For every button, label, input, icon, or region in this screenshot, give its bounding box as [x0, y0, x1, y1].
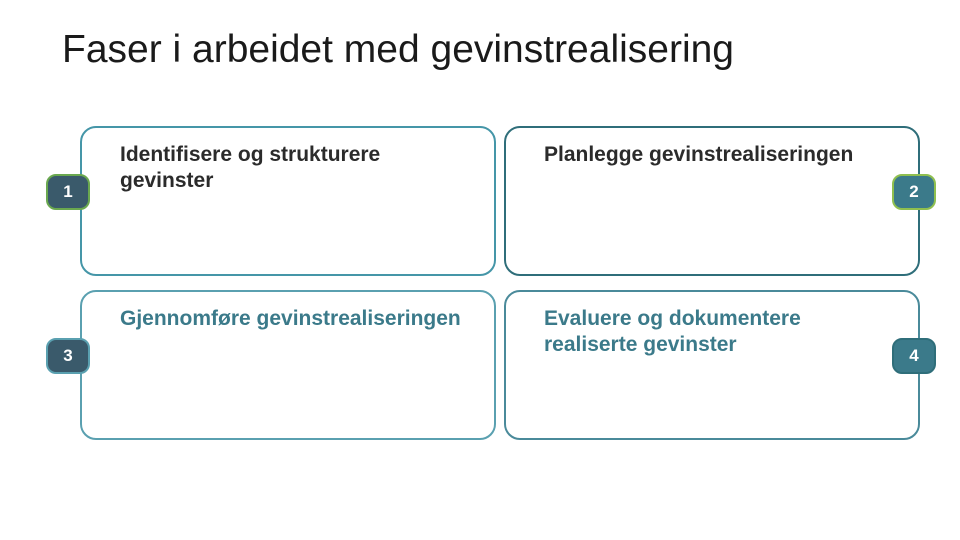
- phase-label: Planlegge gevinstrealiseringen: [544, 142, 890, 168]
- phase-card-3: Gjennomføre gevinstrealiseringen 3: [80, 290, 496, 440]
- phase-card-2: Planlegge gevinstrealiseringen 2: [504, 126, 920, 276]
- phase-number-badge: 3: [46, 338, 90, 374]
- phase-grid: Identifisere og strukturere gevinster 1 …: [80, 126, 920, 440]
- page-title: Faser i arbeidet med gevinstrealisering: [62, 28, 734, 72]
- phase-label: Gjennomføre gevinstrealiseringen: [120, 306, 466, 332]
- phase-label: Evaluere og dokumentere realiserte gevin…: [544, 306, 890, 359]
- phase-card-4: Evaluere og dokumentere realiserte gevin…: [504, 290, 920, 440]
- phase-label: Identifisere og strukturere gevinster: [120, 142, 466, 195]
- phase-card-1: Identifisere og strukturere gevinster 1: [80, 126, 496, 276]
- phase-number-badge: 1: [46, 174, 90, 210]
- phase-number-badge: 2: [892, 174, 936, 210]
- phase-number-badge: 4: [892, 338, 936, 374]
